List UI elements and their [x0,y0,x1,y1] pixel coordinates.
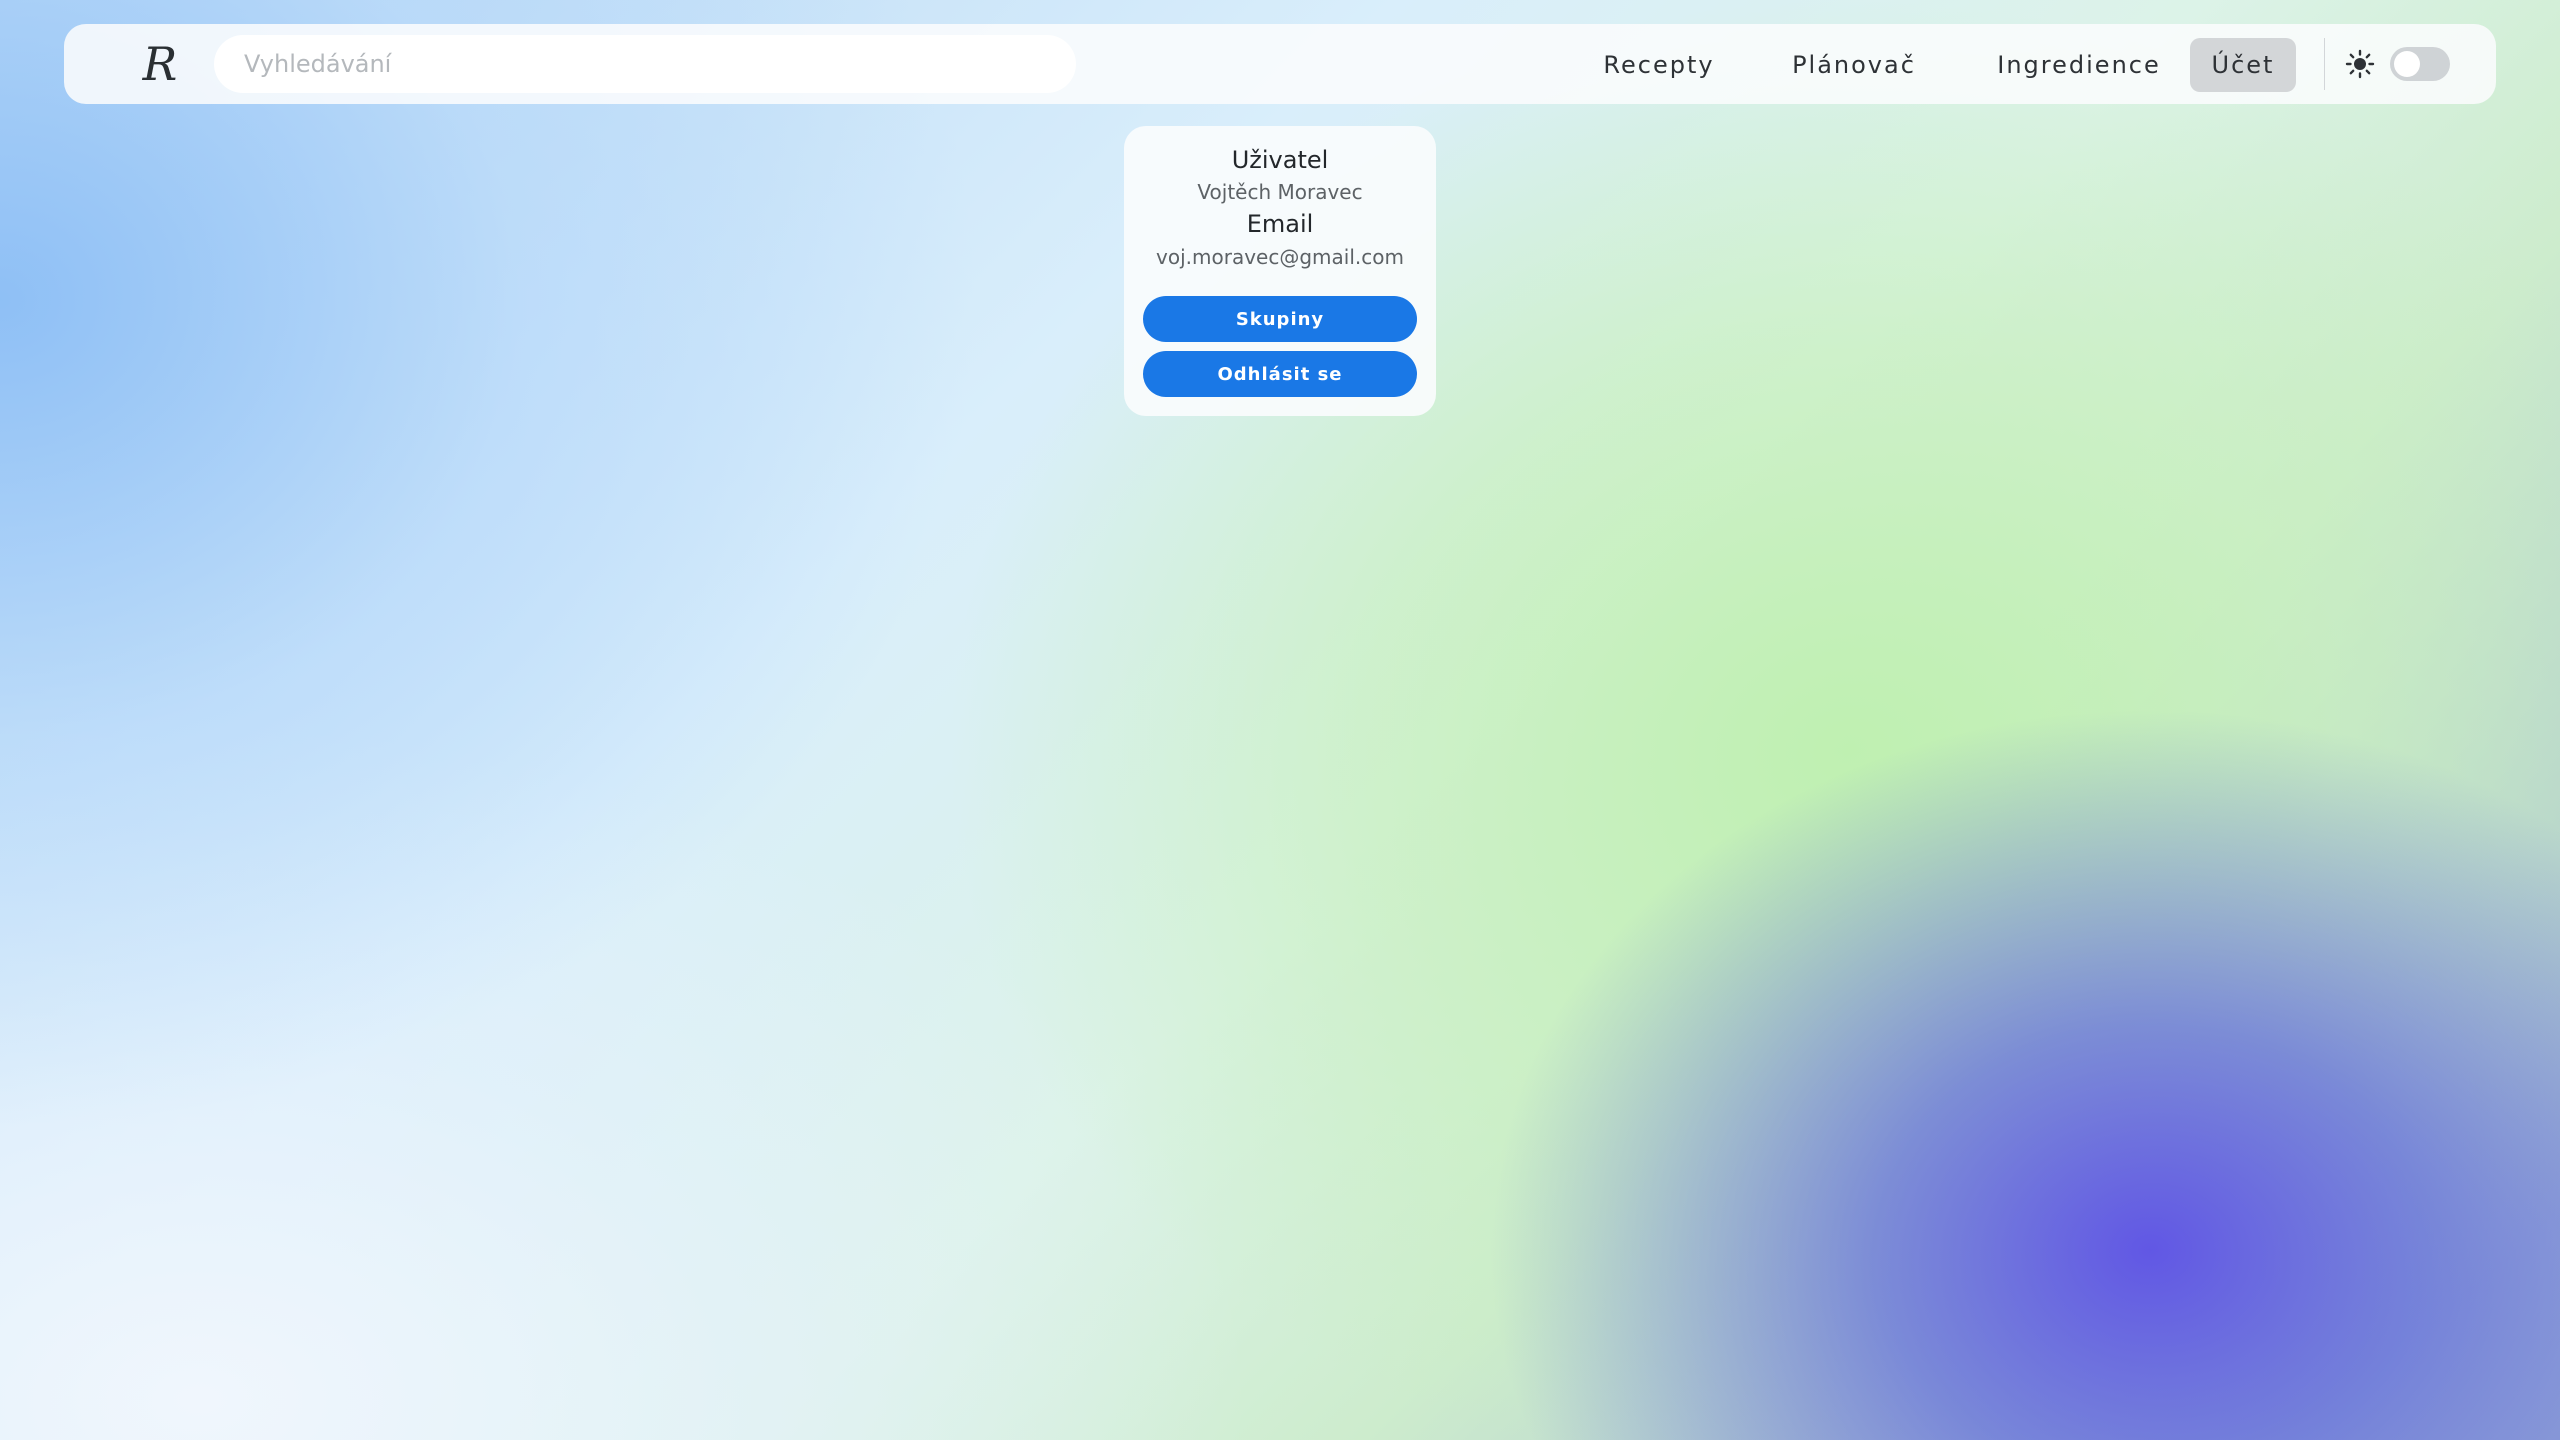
top-navbar: R Recepty Plánovač Ingredience Účet [64,24,2496,104]
email-value: voj.moravec@gmail.com [1156,245,1404,269]
nav-item-ucet[interactable]: Účet [2190,38,2296,92]
search-input[interactable] [214,35,1076,93]
nav-item-planovac[interactable]: Plánovač [1774,38,1934,92]
nav-divider [2324,38,2325,90]
account-card: Uživatel Vojtěch Moravec Email voj.morav… [1124,126,1436,416]
app-logo[interactable]: R [130,34,190,94]
toggle-knob [2394,51,2420,77]
app-page: R Recepty Plánovač Ingredience Účet Už [0,0,2560,1440]
email-label: Email [1246,210,1314,238]
nav-item-ingredience[interactable]: Ingredience [1974,38,2184,92]
user-label: Uživatel [1231,146,1329,174]
theme-toggle[interactable] [2390,47,2450,81]
logout-button[interactable]: Odhlásit se [1143,351,1417,397]
nav-item-recepty[interactable]: Recepty [1584,38,1734,92]
user-name: Vojtěch Moravec [1197,180,1363,204]
groups-button[interactable]: Skupiny [1143,296,1417,342]
sun-icon [2345,49,2375,79]
